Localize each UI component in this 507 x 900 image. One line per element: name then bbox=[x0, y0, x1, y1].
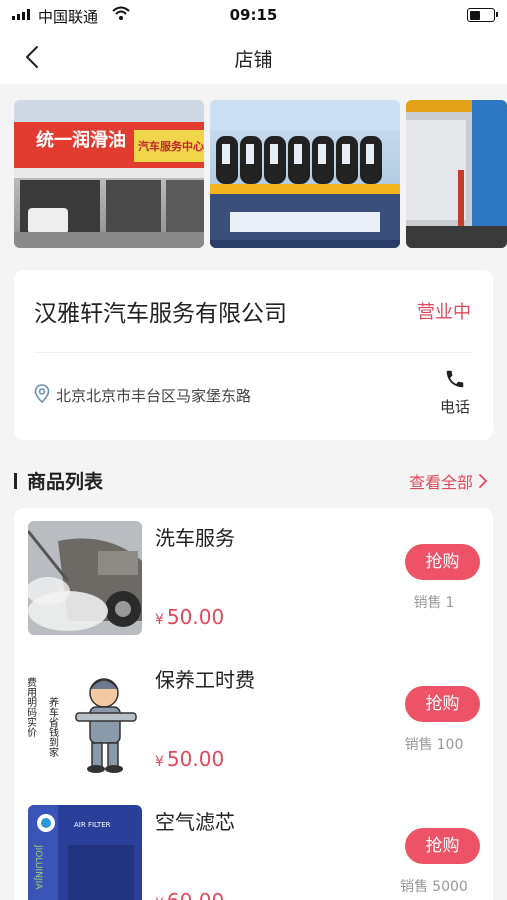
view-all-label: 查看全部 bbox=[408, 473, 473, 492]
mechanic-cartoon-image: 费用明码实价 养车省钱到家 bbox=[28, 663, 142, 777]
shop-address[interactable]: 北京北京市丰台区马家堡东路 bbox=[56, 385, 251, 406]
phone-label: 电话 bbox=[439, 398, 470, 416]
shop-photo-gallery[interactable]: 统一润滑油 汽车服务中心 bbox=[14, 100, 507, 250]
product-list: 洗车服务 ¥50.00 抢购 销售 1 费用明码实价 养车省钱到家 保养工时费 ¥… bbox=[14, 508, 493, 900]
product-price: ¥50.00 bbox=[155, 747, 224, 771]
currency-symbol: ¥ bbox=[155, 754, 164, 770]
sales-label: 销售 bbox=[413, 595, 442, 611]
buy-now-button[interactable]: 抢购 bbox=[405, 544, 480, 580]
nav-bar: 店铺 bbox=[0, 32, 507, 84]
sales-value: 1 bbox=[445, 595, 455, 611]
buy-now-button[interactable]: 抢购 bbox=[405, 828, 480, 864]
product-name: 洗车服务 bbox=[155, 526, 235, 550]
product-thumbnail-air-filter[interactable]: AIR FILTER JIOLUINJIA bbox=[28, 805, 142, 900]
product-thumbnail-maintenance[interactable]: 费用明码实价 养车省钱到家 bbox=[28, 663, 142, 777]
workshop-image bbox=[406, 100, 507, 248]
shop-status-badge: 营业中 bbox=[417, 302, 471, 323]
product-thumbnail-car-wash[interactable] bbox=[28, 521, 142, 635]
product-price: ¥50.00 bbox=[155, 605, 224, 629]
sales-count: 销售 5000 bbox=[389, 876, 479, 896]
shop-name: 汉雅轩汽车服务有限公司 bbox=[34, 301, 287, 327]
location-pin-icon bbox=[34, 384, 50, 404]
call-button[interactable]: 电话 bbox=[435, 368, 475, 418]
product-item[interactable]: AIR FILTER JIOLUINJIA 空气滤芯 ¥60.00 抢购 销售5… bbox=[14, 792, 493, 900]
product-item[interactable]: 费用明码实价 养车省钱到家 保养工时费 ¥50.00 抢购 销售 100 bbox=[14, 650, 493, 792]
price-value: 50.00 bbox=[166, 605, 225, 629]
product-price: ¥60.00 bbox=[155, 889, 224, 900]
tire-rack-image bbox=[210, 100, 400, 248]
sales-count: 销售 100 bbox=[389, 734, 479, 754]
buy-now-button[interactable]: 抢购 bbox=[405, 686, 480, 722]
thumb-text-right: 养车省钱到家 bbox=[47, 696, 59, 757]
sales-label: 销售 bbox=[400, 879, 429, 895]
shop-photo-tires[interactable] bbox=[210, 100, 400, 248]
battery-icon bbox=[467, 8, 498, 22]
storefront-sign-sub: 汽车服务中心 bbox=[138, 139, 204, 153]
sales-count: 销售 1 bbox=[389, 592, 479, 612]
storefront-sign: 统一润滑油 bbox=[36, 129, 126, 151]
price-value: 50.00 bbox=[166, 747, 225, 771]
status-bar: 中国联通 09:15 bbox=[0, 0, 507, 32]
divider bbox=[34, 352, 473, 353]
phone-icon bbox=[446, 370, 464, 388]
shop-photo-workshop[interactable] bbox=[406, 100, 507, 248]
sales-value: 100 bbox=[436, 737, 464, 753]
car-wash-image bbox=[28, 521, 142, 635]
currency-symbol: ¥ bbox=[155, 612, 164, 628]
currency-symbol: ¥ bbox=[155, 896, 164, 900]
air-filter-box-image: AIR FILTER JIOLUINJIA bbox=[28, 805, 142, 900]
view-all-link[interactable]: 查看全部 bbox=[409, 469, 489, 493]
thumb-text-top: AIR FILTER bbox=[74, 821, 111, 829]
clock: 09:15 bbox=[229, 6, 278, 24]
product-name: 保养工时费 bbox=[155, 668, 255, 692]
shop-photo-storefront[interactable]: 统一润滑油 汽车服务中心 bbox=[14, 100, 204, 248]
product-name: 空气滤芯 bbox=[155, 810, 235, 834]
thumb-text-left: 费用明码实价 bbox=[28, 676, 37, 737]
product-item[interactable]: 洗车服务 ¥50.00 抢购 销售 1 bbox=[14, 508, 493, 650]
thumb-text-side: JIOLUINJIA bbox=[33, 844, 43, 890]
shop-info-card: 汉雅轩汽车服务有限公司 营业中 北京北京市丰台区马家堡东路 电话 bbox=[14, 270, 493, 440]
page-title: 店铺 bbox=[234, 49, 273, 71]
storefront-image: 统一润滑油 汽车服务中心 bbox=[14, 100, 204, 248]
chevron-right-icon bbox=[479, 474, 487, 488]
sales-label: 销售 bbox=[404, 737, 433, 753]
product-list-header: 商品列表 查看全部 bbox=[14, 464, 493, 494]
sales-value: 5000 bbox=[432, 879, 468, 895]
section-accent-bar bbox=[14, 473, 17, 489]
price-value: 60.00 bbox=[167, 889, 224, 900]
section-title: 商品列表 bbox=[27, 471, 104, 493]
